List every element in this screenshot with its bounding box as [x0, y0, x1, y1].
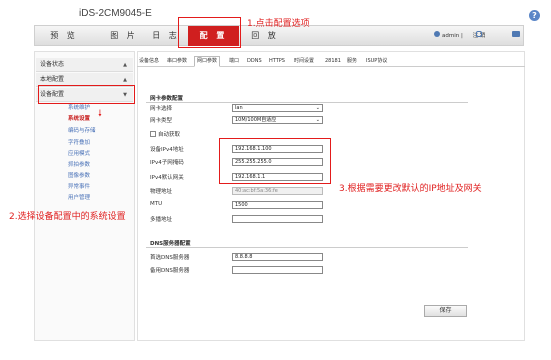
- arrow-down-icon: 🠗: [98, 109, 102, 119]
- subtab-serial[interactable]: 串口参数: [167, 57, 187, 66]
- help-icon[interactable]: ?: [529, 10, 540, 21]
- tab-playback[interactable]: 回 放: [245, 27, 285, 44]
- auto-get-checkbox[interactable]: [150, 131, 156, 137]
- content-panel: [137, 51, 525, 341]
- mac-label: 物理地址: [150, 189, 173, 195]
- subtab-device-info[interactable]: 设备信息: [139, 57, 159, 66]
- device-model-title: iDS-2CM9045-E: [79, 8, 152, 19]
- network-section-title: 网卡参数配置: [150, 96, 184, 102]
- nic-select-label: 网卡选择: [150, 106, 173, 112]
- highlight-config-tab: [178, 17, 241, 48]
- annotation-step3: 3.根据需要更改默认的IP地址及网关: [339, 184, 482, 194]
- dns-section-title: DNS服务器配置: [150, 241, 191, 247]
- subtab-port[interactable]: 端口: [229, 57, 239, 66]
- nic-select-value: lan: [235, 105, 243, 111]
- nic-type-select[interactable]: 10M/100M自适应 ⌄: [232, 116, 323, 124]
- section-divider: [146, 247, 468, 248]
- backup-dns-input[interactable]: [232, 266, 323, 274]
- subtab-network[interactable]: 网口参数: [194, 56, 221, 67]
- mask-label: IPv4子网掩码: [150, 160, 184, 166]
- gateway-label: IPv4默认网关: [150, 175, 184, 181]
- sidebar-item-device-status[interactable]: 设备状态 ▲: [36, 58, 133, 72]
- message-icon[interactable]: [512, 31, 520, 37]
- sidebar-subitem-osd[interactable]: 字符叠加: [68, 138, 90, 146]
- annotation-step1: 1.点击配置选项: [247, 19, 310, 29]
- highlight-ip-fields: [219, 138, 331, 184]
- highlight-device-config: [38, 85, 135, 104]
- multicast-label: 多播地址: [150, 217, 173, 223]
- save-button[interactable]: 保存: [424, 305, 467, 317]
- sidebar-item-label: 设备状态: [40, 61, 65, 68]
- sidebar-subitem-user-management[interactable]: 用户管理: [68, 193, 90, 201]
- chevron-up-icon: ▲: [123, 62, 127, 68]
- nic-type-label: 网卡类型: [150, 118, 173, 124]
- chevron-down-icon: ⌄: [315, 117, 320, 123]
- multicast-input[interactable]: [232, 215, 323, 223]
- mtu-label: MTU: [150, 201, 163, 207]
- annotation-step2: 2.选择设备配置中的系统设置: [9, 212, 126, 222]
- tab-preview[interactable]: 预 览: [44, 27, 84, 44]
- subtab-ddns[interactable]: DDNS: [247, 57, 262, 66]
- sidebar-subitem-encoding-storage[interactable]: 编码与存储: [68, 126, 96, 134]
- user-name: admin: [442, 33, 460, 39]
- ipv4-label: 设备IPv4地址: [150, 147, 184, 153]
- sidebar-subitem-app-mode[interactable]: 应用模式: [68, 149, 90, 157]
- sidebar-item-label: 本地配置: [40, 76, 65, 83]
- user-icon: [434, 31, 440, 37]
- mtu-input[interactable]: 1500: [232, 201, 323, 209]
- nic-type-value: 10M/100M自适应: [235, 117, 277, 123]
- sidebar-subitem-exception[interactable]: 异常事件: [68, 182, 90, 190]
- primary-dns-label: 首选DNS服务器: [150, 255, 190, 261]
- backup-dns-label: 备用DNS服务器: [150, 268, 190, 274]
- tab-picture[interactable]: 图 片: [104, 27, 144, 44]
- subtab-isup[interactable]: ISUP协议: [366, 57, 387, 66]
- logout-icon[interactable]: [476, 31, 482, 37]
- primary-dns-input[interactable]: 8.8.8.8: [232, 253, 323, 261]
- nic-select[interactable]: lan ⌄: [232, 104, 323, 112]
- subtab-time[interactable]: 时间设置: [294, 57, 314, 66]
- subtab-28181[interactable]: 28181: [325, 57, 341, 66]
- subtab-https[interactable]: HTTPS: [269, 57, 285, 66]
- sidebar-subitem-capture[interactable]: 抓拍参数: [68, 160, 90, 168]
- section-divider: [146, 102, 468, 103]
- sidebar-subitem-system-settings[interactable]: 系统设置: [68, 114, 90, 122]
- sidebar-subitem-image[interactable]: 图像参数: [68, 171, 90, 179]
- sidebar-subitem-system-maintenance[interactable]: 系统维护: [68, 103, 90, 111]
- subtab-service[interactable]: 服务: [347, 57, 357, 66]
- mac-input: 40:ac:bf:5a:36:fe: [232, 187, 323, 195]
- auto-get-label: 自动获取: [158, 132, 181, 138]
- user-separator: |: [460, 33, 463, 39]
- chevron-down-icon: ⌄: [315, 105, 320, 111]
